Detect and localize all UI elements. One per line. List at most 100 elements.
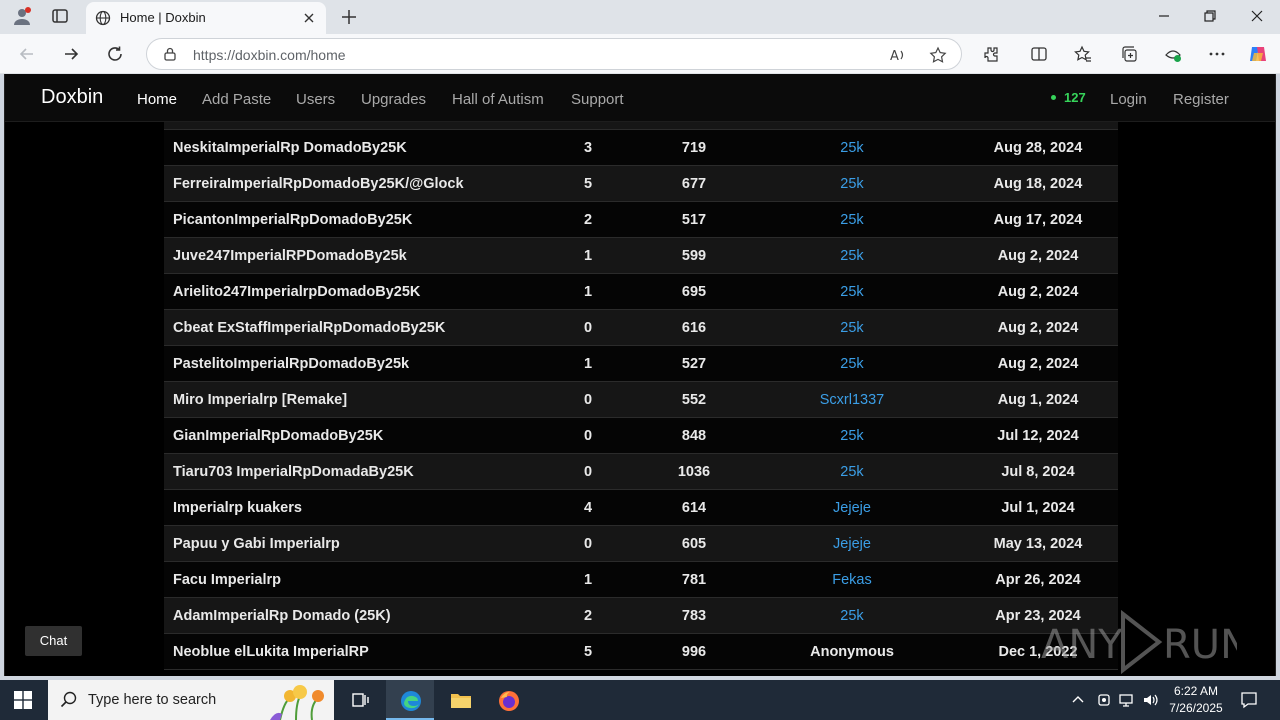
paste-comments-count: 3: [583, 140, 593, 156]
paste-title-link[interactable]: Cbeat ExStaffImperialRpDomadoBy25K: [173, 320, 445, 336]
refresh-icon[interactable]: [106, 45, 124, 63]
chat-button[interactable]: Chat: [25, 626, 82, 656]
table-row[interactable]: Miro Imperialrp [Remake] 0 552 Scxrl1337 Aug…: [164, 382, 1118, 418]
new-tab-icon[interactable]: [340, 8, 358, 26]
table-row[interactable]: Imperialrp kuakers 4 614 Jejeje Jul 1, 2024: [164, 490, 1118, 526]
site-brand[interactable]: Doxbin: [41, 86, 103, 109]
paste-author-link[interactable]: 25k: [772, 320, 932, 336]
close-tab-icon[interactable]: [300, 9, 318, 27]
paste-comments-count: 1: [583, 356, 593, 372]
read-aloud-icon[interactable]: A: [889, 46, 907, 64]
volume-icon[interactable]: [1142, 692, 1158, 708]
taskbar-firefox-button[interactable]: [484, 680, 532, 720]
notifications-icon[interactable]: [1240, 691, 1258, 709]
table-row[interactable]: FerreiraImperialRpDomadoBy25K/@Glock 5 677…: [164, 166, 1118, 202]
table-row[interactable]: Cbeat ExStaffImperialRpDomadoBy25K 0 616 25…: [164, 310, 1118, 346]
task-view-button[interactable]: [336, 680, 384, 720]
table-row[interactable]: PastelitoImperialRpDomadoBy25k 1 527 25k Aug…: [164, 346, 1118, 382]
paste-author-link[interactable]: Scxrl1337: [772, 392, 932, 408]
paste-title-link[interactable]: Juve247ImperialRPDomadoBy25k: [173, 248, 407, 264]
paste-title-link[interactable]: FerreiraImperialRpDomadoBy25K/@Glock: [173, 176, 464, 192]
paste-title-link[interactable]: Facu Imperialrp: [173, 572, 281, 588]
folder-icon: [451, 694, 471, 708]
nav-support[interactable]: Support: [571, 91, 624, 108]
nav-add-paste[interactable]: Add Paste: [202, 91, 271, 108]
paste-author-link[interactable]: 25k: [772, 464, 932, 480]
paste-title-link[interactable]: Neoblue elLukita ImperialRP: [173, 644, 369, 660]
nav-upgrades[interactable]: Upgrades: [361, 91, 426, 108]
nav-hall-of-autism[interactable]: Hall of Autism: [452, 91, 544, 108]
paste-title-link[interactable]: NeskitaImperialRp DomadoBy25K: [173, 140, 407, 156]
collections-icon[interactable]: [1120, 45, 1138, 63]
network-icon[interactable]: [1118, 692, 1134, 708]
windows-start-icon[interactable]: [14, 691, 32, 709]
split-screen-icon[interactable]: [1030, 45, 1048, 63]
paste-author-link[interactable]: 25k: [772, 284, 932, 300]
paste-title-link[interactable]: Tiaru703 ImperialRpDomadaBy25K: [173, 464, 414, 480]
paste-author-link[interactable]: 25k: [772, 608, 932, 624]
table-row[interactable]: GianImperialRpDomadoBy25K 0 848 25k Jul 12, …: [164, 418, 1118, 454]
more-options-icon[interactable]: [1208, 45, 1226, 63]
lock-icon[interactable]: [163, 47, 177, 61]
paste-title-link[interactable]: PastelitoImperialRpDomadoBy25k: [173, 356, 409, 372]
table-row[interactable]: AdamImperialRp Domado (25K) 2 783 25k Apr 23…: [164, 598, 1118, 634]
paste-title-link[interactable]: AdamImperialRp Domado (25K): [173, 608, 391, 624]
clock-date[interactable]: 7/26/2025: [1162, 701, 1230, 715]
favorite-star-icon[interactable]: [929, 46, 947, 64]
browser-toolbar: https://doxbin.com/home A: [0, 34, 1280, 74]
paste-author-link[interactable]: 25k: [772, 176, 932, 192]
close-window-icon[interactable]: [1249, 8, 1265, 24]
nav-users[interactable]: Users: [296, 91, 335, 108]
paste-title-link[interactable]: Papuu y Gabi Imperialrp: [173, 536, 340, 552]
paste-author-link[interactable]: 25k: [772, 140, 932, 156]
back-icon[interactable]: [18, 45, 36, 63]
minimize-icon[interactable]: [1156, 8, 1172, 24]
active-browser-tab[interactable]: Home | Doxbin: [86, 2, 326, 34]
nav-home[interactable]: Home: [137, 91, 177, 108]
favorites-icon[interactable]: [1074, 45, 1092, 63]
browser-essentials-icon[interactable]: [1164, 45, 1182, 63]
table-row[interactable]: Arielito247ImperialrpDomadoBy25K 1 695 25k A…: [164, 274, 1118, 310]
paste-views-count: 614: [681, 500, 707, 516]
address-bar[interactable]: https://doxbin.com/home A: [146, 38, 962, 70]
table-row[interactable]: Papuu y Gabi Imperialrp 0 605 Jejeje May 13,…: [164, 526, 1118, 562]
site-navbar: Doxbin Home Add Paste Users Upgrades Hal…: [5, 74, 1275, 122]
tab-actions-icon[interactable]: [52, 8, 68, 24]
profile-icon[interactable]: [12, 6, 32, 26]
taskbar-explorer-button[interactable]: [436, 680, 484, 720]
paste-title-link[interactable]: Miro Imperialrp [Remake]: [173, 392, 347, 408]
extensions-icon[interactable]: [982, 45, 1000, 63]
paste-comments-count: 0: [583, 392, 593, 408]
table-row[interactable]: Tiaru703 ImperialRpDomadaBy25K 0 1036 25k Ju…: [164, 454, 1118, 490]
taskbar-edge-button[interactable]: [386, 680, 434, 720]
paste-date: Aug 2, 2024: [997, 248, 1079, 264]
paste-title-link[interactable]: Arielito247ImperialrpDomadoBy25K: [173, 284, 420, 300]
paste-author-link[interactable]: Jejeje: [772, 536, 932, 552]
table-row[interactable]: Juve247ImperialRPDomadoBy25k 1 599 25k Aug 2…: [164, 238, 1118, 274]
paste-author-link[interactable]: 25k: [772, 428, 932, 444]
clock-time[interactable]: 6:22 AM: [1168, 684, 1224, 698]
paste-title-link[interactable]: GianImperialRpDomadoBy25K: [173, 428, 383, 444]
paste-author-link[interactable]: 25k: [772, 212, 932, 228]
forward-icon[interactable]: [62, 45, 80, 63]
table-row[interactable]: PicantonImperialRpDomadoBy25K 2 517 25k Aug …: [164, 202, 1118, 238]
paste-author-link[interactable]: Fekas: [772, 572, 932, 588]
restore-icon[interactable]: [1202, 8, 1218, 24]
paste-comments-count: 2: [583, 608, 593, 624]
login-link[interactable]: Login: [1110, 91, 1147, 108]
register-link[interactable]: Register: [1173, 91, 1229, 108]
table-row[interactable]: Neoblue elLukita ImperialRP 5 996 Anonymous…: [164, 634, 1118, 670]
paste-author-link[interactable]: Jejeje: [772, 500, 932, 516]
paste-title-link[interactable]: PicantonImperialRpDomadoBy25K: [173, 212, 412, 228]
copilot-icon[interactable]: [1248, 44, 1268, 64]
security-tray-icon[interactable]: [1096, 692, 1112, 708]
paste-author-link[interactable]: 25k: [772, 356, 932, 372]
taskbar-search-box[interactable]: Type here to search: [48, 680, 334, 720]
paste-author-link[interactable]: 25k: [772, 248, 932, 264]
table-row[interactable]: NeskitaImperialRp DomadoBy25K 3 719 25k Aug …: [164, 130, 1118, 166]
paste-title-link[interactable]: Imperialrp kuakers: [173, 500, 302, 516]
table-row[interactable]: Facu Imperialrp 1 781 Fekas Apr 26, 2024: [164, 562, 1118, 598]
show-hidden-icons-chevron-icon[interactable]: [1070, 692, 1086, 708]
url-text[interactable]: https://doxbin.com/home: [193, 47, 346, 63]
paste-views-count: 781: [681, 572, 707, 588]
